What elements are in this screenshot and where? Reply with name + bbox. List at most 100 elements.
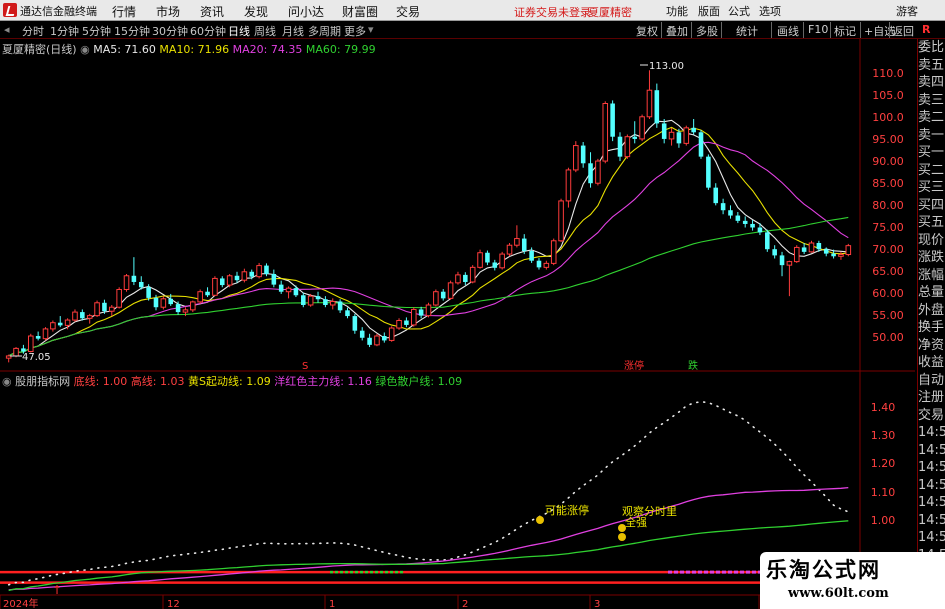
- candle-body: [410, 308, 417, 326]
- side-panel-item[interactable]: 现价: [918, 232, 945, 250]
- side-panel-item[interactable]: 交易: [918, 407, 945, 425]
- btn-duogu[interactable]: 多股: [696, 23, 718, 39]
- toolbar-left-arrow-icon[interactable]: ◂: [4, 23, 10, 36]
- side-panel-item[interactable]: 卖一: [918, 127, 945, 145]
- indicator-toggle-icon[interactable]: ◉: [2, 375, 12, 388]
- btn-diejia[interactable]: 叠加: [666, 23, 688, 39]
- menu-shichang[interactable]: 市场: [156, 3, 180, 20]
- side-panel-item[interactable]: 14:5: [918, 529, 945, 547]
- side-panel-item[interactable]: 卖五: [918, 57, 945, 75]
- side-panel-item[interactable]: 买五: [918, 214, 945, 232]
- app-title: 通达信金融终端: [20, 5, 97, 18]
- candle-body: [345, 310, 350, 317]
- candle-body: [668, 131, 675, 140]
- period-weekly[interactable]: 周线: [254, 23, 276, 39]
- candle-body: [735, 215, 741, 221]
- side-panel-item[interactable]: 买一: [918, 144, 945, 162]
- side-panel-item[interactable]: 买二: [918, 162, 945, 180]
- menu-xuanxiang[interactable]: 选项: [759, 3, 781, 19]
- candle: [323, 296, 328, 308]
- candle: [307, 293, 314, 307]
- btn-add-watchlist[interactable]: +自选: [864, 23, 895, 39]
- menu-gongneng[interactable]: 功能: [666, 3, 688, 19]
- r-badge[interactable]: R: [922, 23, 930, 36]
- period-30min[interactable]: 30分钟: [152, 23, 188, 39]
- legend-toggle-icon[interactable]: ◉: [80, 43, 90, 56]
- side-panel-item[interactable]: 自动: [918, 372, 945, 390]
- candle-body: [116, 289, 122, 308]
- btn-fuquan[interactable]: 复权: [636, 23, 658, 39]
- side-panel-item[interactable]: 买三: [918, 179, 945, 197]
- indicator-tick: 1.20: [871, 457, 896, 470]
- legend-magenta-line: 洋红色主力线: 1.16: [274, 375, 372, 388]
- side-panel-item[interactable]: 总量: [918, 284, 945, 302]
- side-panel-item[interactable]: 净资: [918, 337, 945, 355]
- candle-body: [27, 335, 34, 352]
- side-panel-item[interactable]: 14:5: [918, 477, 945, 495]
- side-panel-item[interactable]: 涨跌: [918, 249, 945, 267]
- btn-biaoji[interactable]: 标记: [834, 23, 856, 39]
- btn-f10[interactable]: F10: [808, 23, 828, 36]
- trade-login-notice[interactable]: 证券交易未登录: [514, 4, 591, 20]
- side-panel-item[interactable]: 换手: [918, 319, 945, 337]
- price-tick: 60.00: [872, 287, 904, 300]
- candle: [742, 216, 748, 228]
- menu-gongshi[interactable]: 公式: [728, 3, 750, 19]
- menu-zixun[interactable]: 资讯: [200, 3, 224, 20]
- btn-huaxian[interactable]: 画线: [777, 23, 799, 39]
- candle-body: [492, 262, 498, 268]
- side-panel-item[interactable]: 14:5: [918, 442, 945, 460]
- indicator-title[interactable]: 股朋指标网: [15, 375, 70, 388]
- period-1min[interactable]: 1分钟: [50, 23, 79, 39]
- candle: [190, 300, 196, 313]
- candle-body: [831, 253, 836, 257]
- side-panel-item[interactable]: 14:5: [918, 512, 945, 530]
- candle-body: [786, 261, 793, 266]
- period-more[interactable]: 更多: [344, 23, 366, 39]
- side-panel-item[interactable]: 14:5: [918, 494, 945, 512]
- stock-title[interactable]: 夏厦精密(日线): [2, 43, 77, 56]
- menu-banmian[interactable]: 版面: [698, 3, 720, 19]
- menu-faxian[interactable]: 发现: [244, 3, 268, 20]
- side-panel-item[interactable]: 卖三: [918, 92, 945, 110]
- period-fenshi[interactable]: 分时: [22, 23, 44, 39]
- menu-hangqing[interactable]: 行情: [112, 3, 136, 20]
- side-panel-item[interactable]: 买四: [918, 197, 945, 215]
- side-panel-item[interactable]: 注册: [918, 389, 945, 407]
- candle: [72, 309, 78, 322]
- period-monthly[interactable]: 月线: [282, 23, 304, 39]
- period-multi[interactable]: 多周期: [308, 23, 341, 39]
- side-panel-item[interactable]: 委比: [918, 39, 945, 57]
- guest-user[interactable]: 游客: [896, 3, 918, 19]
- candle: [131, 257, 137, 286]
- menu-wenxiaoda[interactable]: 问小达: [288, 3, 324, 20]
- more-chevron-icon[interactable]: ▾: [368, 23, 374, 36]
- indicator-tick: 1.30: [871, 429, 896, 442]
- btn-back[interactable]: 返回: [892, 23, 914, 39]
- candle: [285, 286, 292, 299]
- side-panel-item[interactable]: 14:5: [918, 424, 945, 442]
- period-daily[interactable]: 日线: [228, 23, 250, 39]
- side-panel-item[interactable]: 卖二: [918, 109, 945, 127]
- candle-body: [455, 274, 461, 284]
- candle: [793, 245, 800, 263]
- period-15min[interactable]: 15分钟: [114, 23, 150, 39]
- candle: [123, 274, 130, 292]
- side-panel-item[interactable]: 涨幅: [918, 267, 945, 285]
- menu-jiaoyi[interactable]: 交易: [396, 3, 420, 20]
- period-60min[interactable]: 60分钟: [190, 23, 226, 39]
- side-panel-item[interactable]: 卖四: [918, 74, 945, 92]
- btn-tongji[interactable]: 统计: [736, 23, 758, 39]
- side-panel-item[interactable]: 外盘: [918, 302, 945, 320]
- x-label: 12: [167, 599, 180, 609]
- candle: [514, 225, 520, 248]
- candle: [728, 205, 733, 219]
- side-panel-item[interactable]: 14:5: [918, 459, 945, 477]
- chart-area[interactable]: 110.0 105.0 100.0 95.00 90.00 85.00 80.0…: [0, 39, 915, 609]
- side-panel-item[interactable]: 收益: [918, 354, 945, 372]
- kline-chart-svg[interactable]: 110.0 105.0 100.0 95.00 90.00 85.00 80.0…: [0, 39, 915, 609]
- candle-body: [329, 300, 336, 306]
- period-5min[interactable]: 5分钟: [82, 23, 111, 39]
- candle: [440, 289, 446, 301]
- menu-caifuquan[interactable]: 财富圈: [342, 3, 378, 20]
